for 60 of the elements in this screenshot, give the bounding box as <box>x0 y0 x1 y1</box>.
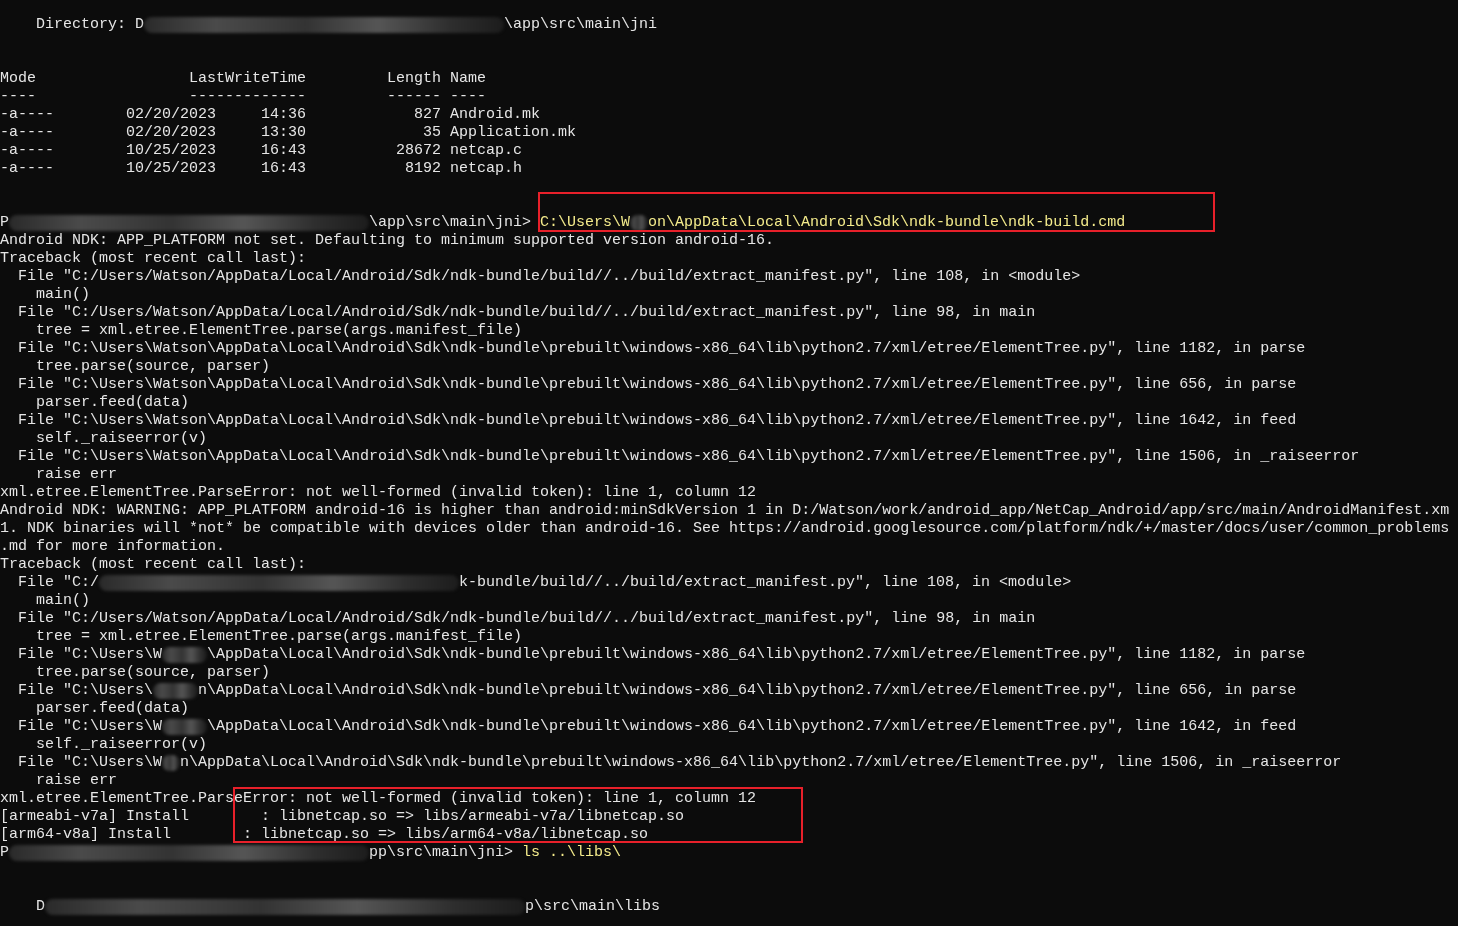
output-text: \AppData\Local\Android\Sdk\ndk-bundle\prebuilt\windows-x86_64\lib\python2.7/xml/etree/ElementTree.py", line 1642, in feed <box>207 718 1297 736</box>
output-text: -a---- 10/25/2023 16:43 28672 netcap.c <box>0 142 523 160</box>
output-text: main() <box>35 592 90 610</box>
output-text: ---- ------------- ------ ---- <box>0 88 487 106</box>
output-text: -a---- 02/20/2023 14:36 827 Android.mk <box>0 106 541 124</box>
output-text: File "C:\Users\W <box>17 754 163 772</box>
command-text: on\AppData\Local\Android\Sdk\ndk-bundle\ndk-build.cmd <box>648 214 1126 232</box>
output-text: self._raiseerror(v) <box>35 736 208 754</box>
redaction-blur <box>630 215 649 231</box>
output-text: -a---- 10/25/2023 16:43 8192 netcap.h <box>0 160 523 178</box>
output-text: tree.parse(source, parser) <box>35 358 271 376</box>
output-text: k-bundle/build//../build/extract_manifest.py", line 108, in <module> <box>459 574 1072 592</box>
output-text: raise err <box>35 466 118 484</box>
output-text: File "C:/ <box>17 574 100 592</box>
redaction-blur <box>162 755 181 771</box>
command-text: C:\Users\W <box>540 214 631 232</box>
prompt-text: P <box>0 844 9 862</box>
output-text: File "C:\Users\Watson\AppData\Local\Android\Sdk\ndk-bundle\prebuilt\windows-x86_64\lib\python2.7/xml/etree/ElementTree.py", line 1182, in parse <box>17 340 1306 358</box>
output-text: n\AppData\Local\Android\Sdk\ndk-bundle\prebuilt\windows-x86_64\lib\python2.7/xml/etree/ElementTree.py", line 1506, in _raiseerror <box>180 754 1342 772</box>
output-text: parser.feed(data) <box>35 394 190 412</box>
output-text: -a---- 02/20/2023 13:30 35 Application.mk <box>0 124 577 142</box>
output-text: File "C:\Users\ <box>17 682 154 700</box>
output-text: p\src\main\libs <box>525 898 661 916</box>
output-text: n\AppData\Local\Android\Sdk\ndk-bundle\prebuilt\windows-x86_64\lib\python2.7/xml/etree/ElementTree.py", line 656, in parse <box>198 682 1297 700</box>
output-text: File "C:\Users\W <box>17 718 163 736</box>
output-text: Android NDK: APP_PLATFORM not set. Defaulting to minimum supported version android-16. <box>0 232 775 250</box>
prompt-text: P <box>0 214 9 232</box>
command-text: ls ..\libs\ <box>522 844 622 862</box>
output-text: Traceback (most recent call last): <box>0 250 307 268</box>
output-text: tree.parse(source, parser) <box>35 664 271 682</box>
output-text: Mode LastWriteTime Length Name <box>0 70 487 88</box>
prompt-text: pp\src\main\jni> <box>369 844 515 862</box>
output-text: .md for more information. <box>0 538 226 556</box>
output-text: [armeabi-v7a] Install : libnetcap.so => libs/armeabi-v7a/libnetcap.so <box>0 808 685 826</box>
output-text: D <box>35 898 45 916</box>
output-text: tree = xml.etree.ElementTree.parse(args.manifest_file) <box>35 322 523 340</box>
output-text: File "C:\Users\W <box>17 646 163 664</box>
output-text: File "C:\Users\Watson\AppData\Local\Android\Sdk\ndk-bundle\prebuilt\windows-x86_64\lib\python2.7/xml/etree/ElementTree.py", line 1642, in feed <box>17 412 1297 430</box>
output-text: xml.etree.ElementTree.ParseError: not well-formed (invalid token): line 1, column 12 <box>0 484 757 502</box>
output-text: File "C:/Users/Watson/AppData/Local/Android/Sdk/ndk-bundle/build//../build/extract_manifest.py", line 98, in main <box>17 304 1036 322</box>
output-text: File "C:/Users/Watson/AppData/Local/Android/Sdk/ndk-bundle/build//../build/extract_manifest.py", line 98, in main <box>17 610 1036 628</box>
output-text: raise err <box>35 772 118 790</box>
output-text: \app\src\main\jni <box>504 16 658 34</box>
output-text: File "C:\Users\Watson\AppData\Local\Android\Sdk\ndk-bundle\prebuilt\windows-x86_64\lib\python2.7/xml/etree/ElementTree.py", line 1506, in _raiseerror <box>17 448 1360 466</box>
redaction-blur <box>162 719 208 735</box>
output-text: File "C:\Users\Watson\AppData\Local\Android\Sdk\ndk-bundle\prebuilt\windows-x86_64\lib\python2.7/xml/etree/ElementTree.py", line 656, in parse <box>17 376 1297 394</box>
output-text: Directory: D <box>35 16 145 34</box>
prompt-text: \app\src\main\jni> <box>369 214 533 232</box>
output-text: tree = xml.etree.ElementTree.parse(args.manifest_file) <box>35 628 523 646</box>
output-text: [arm64-v8a] Install : libnetcap.so => libs/arm64-v8a/libnetcap.so <box>0 826 649 844</box>
output-text: File "C:/Users/Watson/AppData/Local/Android/Sdk/ndk-bundle/build//../build/extract_manifest.py", line 108, in <module> <box>17 268 1081 286</box>
redaction-blur <box>153 683 199 699</box>
output-text: 1. NDK binaries will *not* be compatible with devices older than android-16. See https://android.googlesource.com/platform/ndk/+/master/docs/user/common_problems <box>0 520 1450 538</box>
output-text: Android NDK: WARNING: APP_PLATFORM android-16 is higher than android:minSdkVersion 1 in D:/Watson/work/android_app/NetCap_Android/app/src/main/AndroidManifest.xm <box>0 502 1450 520</box>
output-text: Traceback (most recent call last): <box>0 556 307 574</box>
output-text: main() <box>35 286 90 304</box>
output-text: self._raiseerror(v) <box>35 430 208 448</box>
output-text: parser.feed(data) <box>35 700 190 718</box>
output-text: \AppData\Local\Android\Sdk\ndk-bundle\prebuilt\windows-x86_64\lib\python2.7/xml/etree/ElementTree.py", line 1182, in parse <box>207 646 1306 664</box>
redaction-blur <box>162 647 208 663</box>
